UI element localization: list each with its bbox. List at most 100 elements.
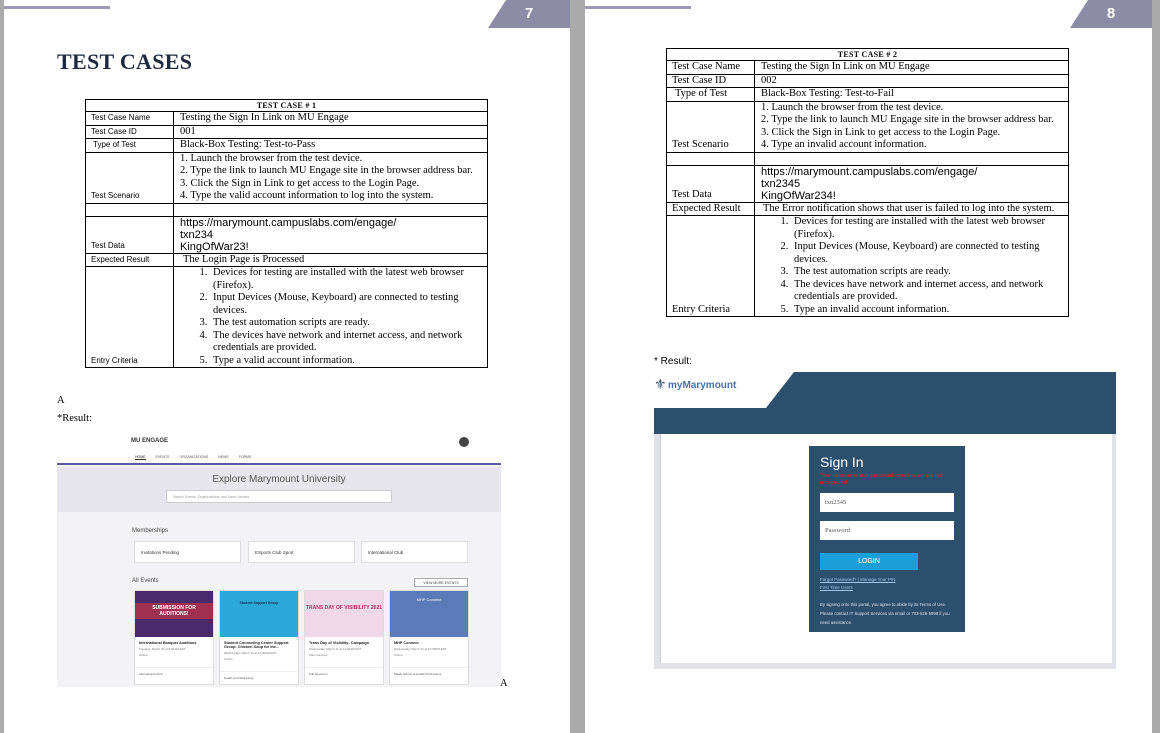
page-number: 8 (1070, 0, 1152, 28)
signin-screenshot: ⚜ myMarymount Sign In Your username and … (654, 372, 1116, 669)
empty-cell (754, 151, 1069, 166)
test-scenario: 1. Launch the browser from the test devi… (754, 100, 1069, 153)
engage-nav: HOME EVENTS ORGANIZATIONS NEWS FORMS (135, 455, 251, 460)
page-title: TEST CASES (57, 49, 193, 74)
test-data: https://marymount.campuslabs.com/engage/… (754, 164, 1069, 203)
membership-item[interactable]: Invitations Pending (134, 541, 241, 563)
entry-item: The devices have network and internet ac… (791, 279, 1062, 304)
label-scenario: Test Scenario (666, 100, 755, 153)
username-input[interactable]: txn2345 (820, 493, 954, 512)
table-header: TEST CASE # 1 (85, 99, 488, 112)
password-input[interactable]: Password (820, 521, 954, 540)
nav-item[interactable]: FORMS (239, 455, 252, 460)
entry-item: Input Devices (Mouse, Keyboard) are conn… (791, 241, 1062, 266)
avatar-icon[interactable] (459, 437, 469, 447)
label-type: Type of Test (85, 138, 174, 153)
data-username: txn2345 (761, 177, 801, 190)
event-image: TRANS DAY OF VISIBILITY 2021 (305, 591, 383, 637)
entry-item: The devices have network and internet ac… (210, 330, 481, 355)
label-name: Test Case Name (666, 60, 755, 75)
stray-letter: A (500, 678, 508, 689)
scenario-step: 4. Type the valid account information to… (180, 190, 434, 201)
empty-cell (666, 151, 755, 166)
test-case-name: Testing the Sign In Link on MU Engage (173, 111, 488, 126)
engage-header: MU ENGAGE HOME EVENTS ORGANIZATIONS NEWS… (57, 432, 501, 465)
data-password: KingOfWar23! (180, 240, 249, 253)
expected-result: The Error notification shows that user i… (754, 201, 1069, 216)
scenario-step: 4. Type an invalid account information. (761, 139, 927, 150)
search-input[interactable]: Search Events, Organizations, and News A… (166, 490, 392, 503)
test-type: Black-Box Testing: Test-to-Fail (754, 87, 1069, 102)
event-card[interactable]: SUBMISSION FOR AUDITIONS! International … (134, 590, 214, 685)
event-org: Malek School of Health Professions (390, 667, 468, 676)
label-data: Test Data (85, 215, 174, 254)
test-data: https://marymount.campuslabs.com/engage/… (173, 215, 488, 254)
view-more-events-button[interactable]: VIEW MORE EVENTS (414, 578, 468, 587)
page-number: 7 (488, 0, 570, 28)
event-location: Online (224, 657, 233, 661)
nav-item[interactable]: ORGANIZATIONS (180, 455, 209, 460)
signin-box: Sign In Your username and password combi… (809, 446, 965, 632)
event-card[interactable]: Student Support Group Student Counseling… (219, 590, 299, 685)
result-label: * Result: (654, 356, 692, 367)
nav-item[interactable]: EVENTS (156, 455, 170, 460)
event-card[interactable]: TRANS DAY OF VISIBILITY 2021 Trans Day o… (304, 590, 384, 685)
event-org: Health and Well-being (220, 671, 298, 680)
entry-item: Type an invalid account information. (791, 304, 1062, 317)
entry-item: Devices for testing are installed with t… (791, 216, 1062, 241)
membership-item[interactable]: International Club (361, 541, 468, 563)
event-location: Main Campus (309, 653, 328, 657)
data-password: KingOfWar234! (761, 189, 836, 202)
entry-item: The test automation scripts are ready. (210, 317, 481, 330)
test-case-id: 002 (754, 73, 1069, 88)
explore-title: Explore Marymount University (212, 474, 346, 485)
entry-item: Type a valid account information. (210, 355, 481, 368)
forgot-password-link[interactable]: Forgot Password? | Manage Your PIN (820, 576, 954, 584)
nav-item[interactable]: NEWS (218, 455, 229, 460)
event-image: Student Support Group (220, 591, 298, 637)
engage-screenshot: MU ENGAGE HOME EVENTS ORGANIZATIONS NEWS… (57, 432, 501, 687)
nav-item[interactable]: HOME (135, 455, 146, 460)
label-expected: Expected Result (666, 201, 755, 216)
scenario-step: 1. Launch the browser from the test devi… (761, 101, 944, 113)
brand-bar-accent (766, 372, 1116, 408)
label-id: Test Case ID (85, 124, 174, 139)
event-location: Online (394, 653, 403, 657)
label-scenario: Test Scenario (85, 151, 174, 204)
scenario-step: 2. Type the link to launch MU Engage sit… (180, 165, 473, 176)
label-type: Type of Test (666, 87, 755, 102)
data-url: https://marymount.campuslabs.com/engage/ (761, 165, 978, 178)
entry-item: Input Devices (Mouse, Keyboard) are conn… (210, 292, 481, 317)
event-image: MHP Connect (390, 591, 468, 637)
empty-cell (85, 202, 174, 217)
entry-criteria: Devices for testing are installed with t… (173, 266, 488, 368)
signin-error: Your username and password combination a… (820, 473, 943, 486)
label-name: Test Case Name (85, 111, 174, 126)
event-image: SUBMISSION FOR AUDITIONS! (135, 591, 213, 637)
test-case-1-table: TEST CASE # 1 Test Case Name Testing the… (85, 99, 488, 368)
label-data: Test Data (666, 164, 755, 203)
event-title: Student Counseling Center Support Group:… (224, 641, 289, 649)
data-url: https://marymount.campuslabs.com/engage/ (180, 216, 397, 229)
event-card[interactable]: MHP Connect MHP Connect Wednesday, March… (389, 590, 469, 685)
scenario-step: 3. Click the Sign in Link to get access … (761, 126, 1001, 138)
test-scenario: 1. Launch the browser from the test devi… (173, 151, 488, 204)
first-time-users-link[interactable]: First Time Users (820, 584, 954, 592)
entry-item: Devices for testing are installed with t… (210, 267, 481, 292)
stray-letter: A (57, 395, 65, 406)
label-expected: Expected Result (85, 252, 174, 267)
page-8: 8 TEST CASE # 2 Test Case Name Testing t… (585, 0, 1152, 733)
event-title: MHP Connect (394, 641, 419, 645)
terms-text: By signing onto this portal, you agree t… (820, 602, 950, 625)
signin-heading: Sign In (820, 454, 864, 470)
login-button[interactable]: LOGIN (820, 553, 918, 570)
label-entry: Entry Criteria (666, 215, 755, 317)
fleur-de-lis-icon: ⚜ (654, 376, 667, 392)
result-label: *Result: (57, 413, 93, 424)
event-location: Online (139, 653, 148, 657)
scenario-step: 1. Launch the browser from the test devi… (180, 152, 363, 164)
scenario-step: 2. Type the link to launch MU Engage sit… (761, 114, 1054, 125)
membership-item[interactable]: ESports Club Sport (248, 541, 355, 563)
header-rule (4, 6, 110, 9)
event-org: Full Spectrum (305, 667, 383, 676)
